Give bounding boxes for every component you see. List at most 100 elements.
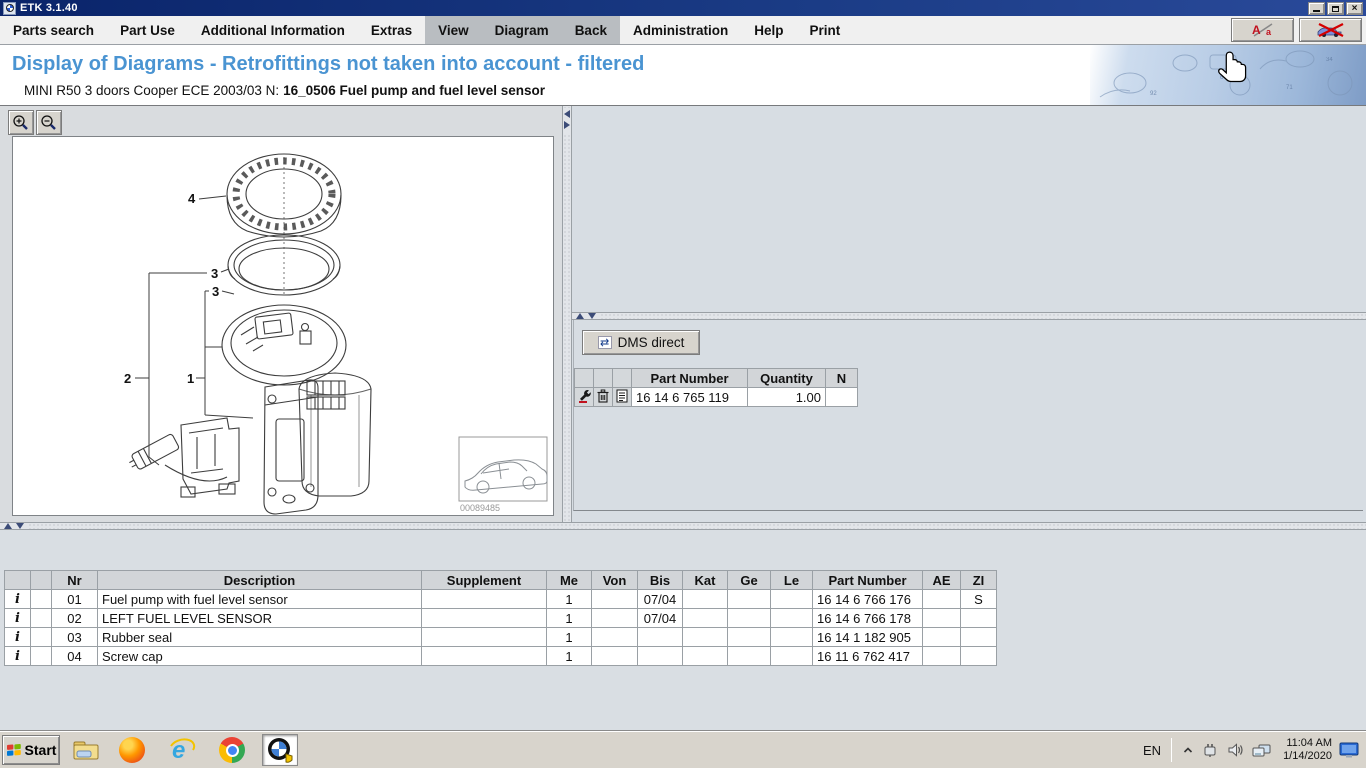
callout-3b[interactable]: 3: [212, 284, 219, 299]
menu-additional-information[interactable]: Additional Information: [188, 16, 358, 44]
chrome-launcher[interactable]: [214, 734, 250, 766]
dms-table: Part Number Quantity N: [574, 368, 858, 407]
zoom-in-button[interactable]: [8, 110, 34, 135]
menu-parts-search[interactable]: Parts search: [0, 16, 107, 44]
menu-bar: Parts search Part Use Additional Informa…: [0, 16, 1366, 45]
svg-text:A: A: [1252, 23, 1261, 37]
col-supplement: Supplement: [422, 571, 547, 590]
collapse-down-icon[interactable]: [588, 313, 596, 319]
chrome-icon: [219, 737, 245, 763]
col-bis: Bis: [638, 571, 683, 590]
dms-col-n: N: [826, 369, 858, 388]
collapse-down-icon[interactable]: [16, 523, 24, 529]
parts-row-03[interactable]: i 03 Rubber seal 1 16 14 1 182 905: [5, 628, 997, 647]
collapse-up-icon[interactable]: [4, 523, 12, 529]
windows-logo-icon: [6, 743, 22, 757]
col-me: Me: [547, 571, 592, 590]
parts-row-04[interactable]: i 04 Screw cap 1 16 11 6 762 417: [5, 647, 997, 666]
callout-2[interactable]: 2: [124, 371, 131, 386]
diagram-canvas[interactable]: 4 3 3 2 1 00089485: [12, 136, 554, 516]
tray-time: 11:04 AM: [1286, 737, 1332, 749]
internet-explorer-icon: e: [168, 737, 196, 763]
dms-quantity[interactable]: 1.00: [748, 388, 826, 407]
internet-explorer-launcher[interactable]: e: [164, 734, 200, 766]
col-zi: ZI: [961, 571, 997, 590]
transfer-icon: ⇄: [598, 336, 612, 349]
svg-text:92: 92: [1150, 91, 1157, 97]
hide-vehicles-toggle-button[interactable]: [1299, 18, 1362, 42]
menu-back[interactable]: Back: [562, 16, 620, 44]
dms-direct-button[interactable]: ⇄ DMS direct: [582, 330, 700, 355]
diagram-panel: 4 3 3 2 1 00089485: [0, 106, 562, 522]
menu-administration[interactable]: Administration: [620, 16, 741, 44]
window-title: ETK 3.1.40: [20, 2, 78, 14]
folder-icon: [72, 738, 100, 762]
font-size-icon: A a: [1250, 22, 1276, 38]
dms-col-part-number: Part Number: [632, 369, 748, 388]
collapse-right-icon[interactable]: [564, 121, 570, 129]
col-von: Von: [592, 571, 638, 590]
firefox-launcher[interactable]: [114, 734, 150, 766]
menu-diagram[interactable]: Diagram: [482, 16, 562, 44]
vertical-splitter[interactable]: [562, 106, 572, 522]
details-list-icon: [616, 389, 628, 403]
menu-part-use[interactable]: Part Use: [107, 16, 188, 44]
dms-part-number: 16 14 6 765 119: [632, 388, 748, 407]
image-number: 00089485: [460, 503, 500, 513]
start-button[interactable]: Start: [2, 735, 60, 765]
vehicle-context: MINI R50 3 doors Cooper ECE 2003/03 N:16…: [24, 83, 545, 98]
collapse-left-icon[interactable]: [564, 110, 570, 118]
info-icon[interactable]: i: [5, 609, 31, 628]
safely-remove-hardware-icon[interactable]: [1202, 742, 1219, 758]
info-icon[interactable]: i: [5, 628, 31, 647]
parts-row-01[interactable]: i 01 Fuel pump with fuel level sensor 1 …: [5, 590, 997, 609]
restore-button[interactable]: [1327, 2, 1344, 15]
page-title: Display of Diagrams - Retrofittings not …: [12, 53, 644, 76]
close-button[interactable]: ×: [1346, 2, 1363, 15]
dms-row[interactable]: 16 14 6 765 119 1.00: [575, 388, 858, 407]
col-description: Description: [98, 571, 422, 590]
info-icon[interactable]: i: [5, 647, 31, 666]
callout-4[interactable]: 4: [188, 191, 196, 206]
menu-view[interactable]: View: [425, 16, 482, 44]
collapse-up-icon[interactable]: [576, 313, 584, 319]
menu-extras[interactable]: Extras: [358, 16, 425, 44]
network-icon[interactable]: [1252, 742, 1271, 758]
show-desktop-button[interactable]: [1338, 740, 1362, 760]
col-ae: AE: [923, 571, 961, 590]
callout-3a[interactable]: 3: [211, 266, 218, 281]
callout-1[interactable]: 1: [187, 371, 194, 386]
vehicle-thumbnail: 00089485: [459, 437, 547, 513]
header-artwork: 92647134: [1090, 45, 1366, 105]
start-label: Start: [25, 742, 57, 758]
titlebar: ETK 3.1.40 ×: [0, 0, 1366, 16]
zoom-out-button[interactable]: [36, 110, 62, 135]
firefox-icon: [119, 737, 145, 763]
clock[interactable]: 11:04 AM 1/14/2020: [1283, 737, 1332, 763]
volume-icon[interactable]: [1227, 742, 1244, 758]
info-icon[interactable]: i: [5, 590, 31, 609]
diagram-ref-label: 16_0506 Fuel pump and fuel level sensor: [283, 83, 545, 98]
parts-table: Nr Description Supplement Me Von Bis Kat…: [4, 570, 997, 666]
dms-header-row: Part Number Quantity N: [575, 369, 858, 388]
menu-highlight-group: View Diagram Back: [425, 16, 620, 44]
parts-row-02[interactable]: i 02 LEFT FUEL LEVEL SENSOR 1 07/04 16 1…: [5, 609, 997, 628]
language-indicator[interactable]: EN: [1133, 743, 1171, 758]
col-part-number: Part Number: [813, 571, 923, 590]
file-explorer-launcher[interactable]: [68, 734, 104, 766]
right-horizontal-splitter[interactable]: [572, 312, 1366, 320]
menu-help[interactable]: Help: [741, 16, 796, 44]
etk-taskbar-button[interactable]: [262, 734, 298, 766]
dms-area: ⇄ DMS direct Part Number Quantity N: [573, 320, 1363, 511]
minimize-button[interactable]: [1308, 2, 1325, 15]
svg-text:34: 34: [1326, 57, 1333, 63]
fuel-pump-diagram: 4 3 3 2 1 00089485: [13, 137, 553, 515]
svg-text:a: a: [1266, 27, 1272, 37]
font-size-toggle-button[interactable]: A a: [1231, 18, 1294, 42]
col-ge: Ge: [728, 571, 771, 590]
hide-icons-chevron[interactable]: [1182, 744, 1194, 756]
zoom-out-icon: [40, 114, 58, 132]
col-le: Le: [771, 571, 813, 590]
main-horizontal-splitter[interactable]: [0, 522, 1366, 530]
menu-print[interactable]: Print: [797, 16, 854, 44]
